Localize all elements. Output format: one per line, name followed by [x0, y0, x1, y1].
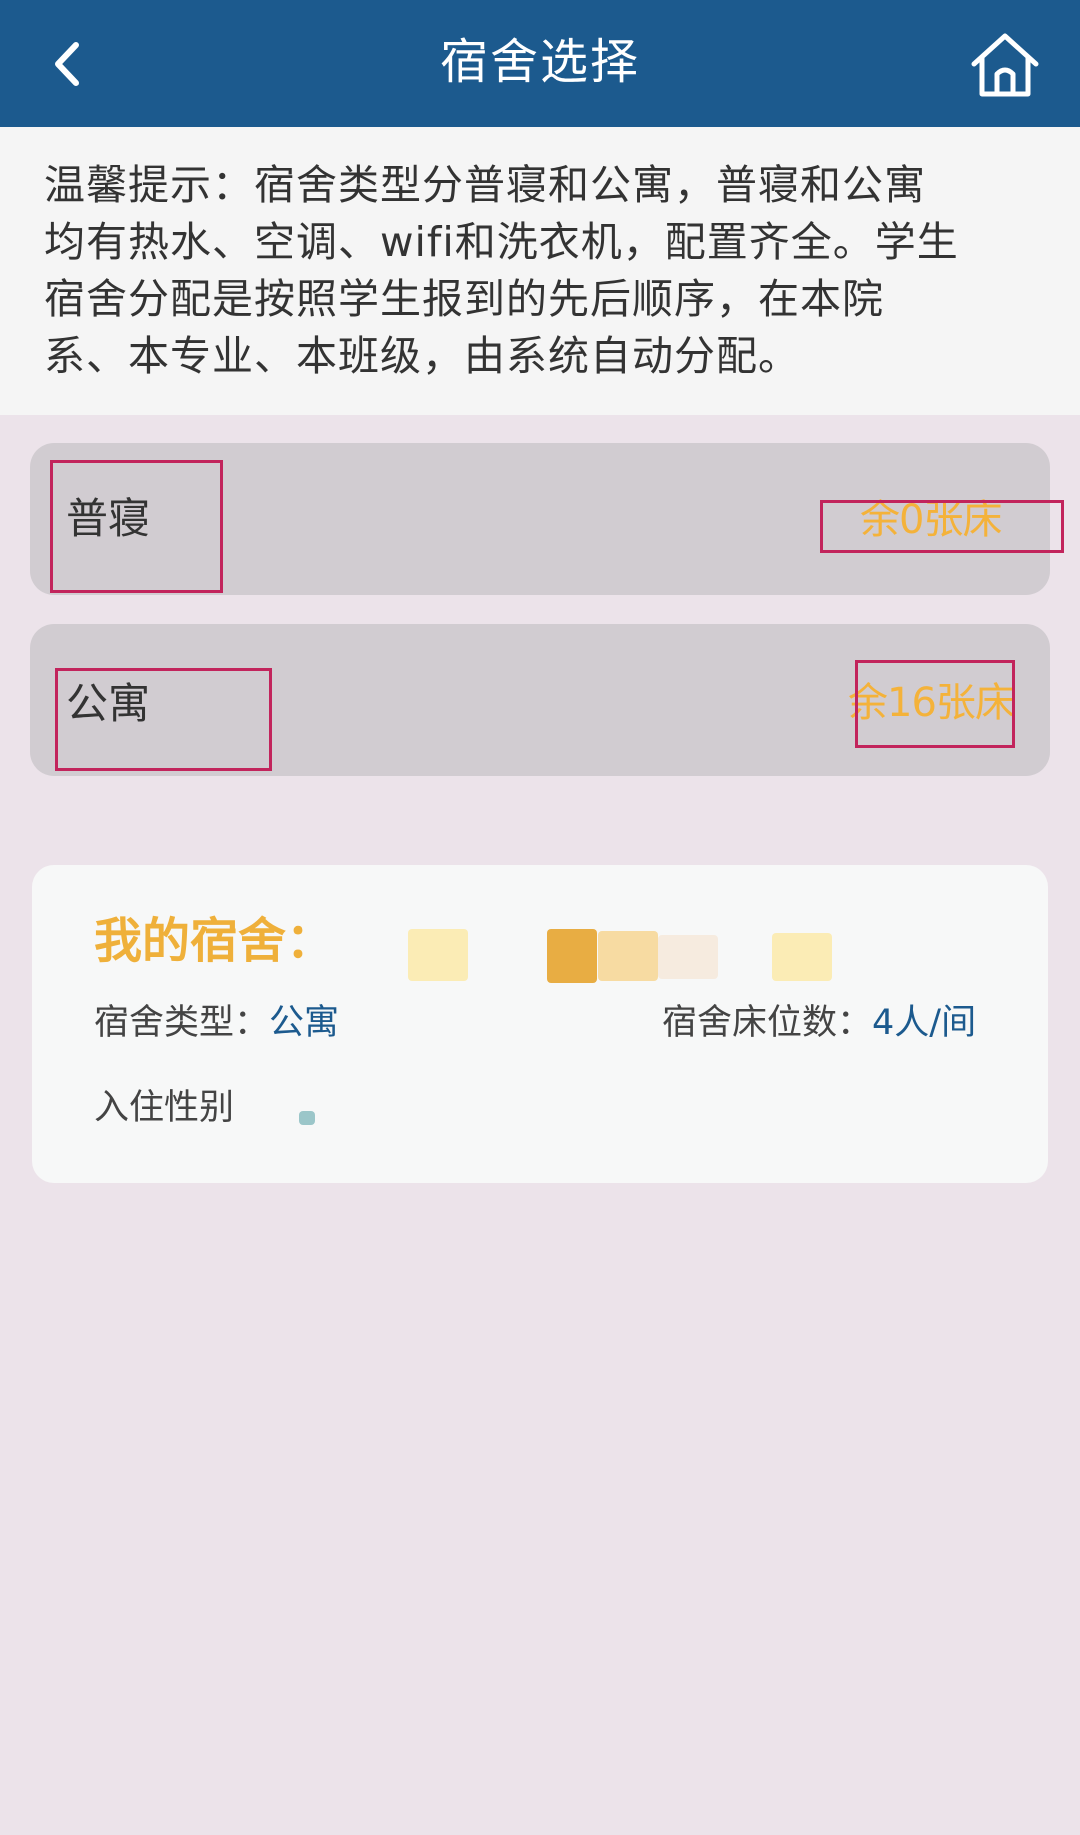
notice-line: 温馨提示：宿舍类型分普寝和公寓，普寝和公寓 — [44, 161, 926, 209]
dorm-gender-label: 入住性别 — [94, 1088, 235, 1128]
redacted-block — [658, 935, 718, 979]
dorm-type-value: 公寓 — [269, 1003, 340, 1043]
dorm-option-regular[interactable]: 普寝 余0张床 — [30, 443, 1050, 595]
dorm-type-row: 宿舍类型：公寓 — [94, 1002, 339, 1044]
home-button[interactable] — [968, 28, 1042, 102]
redacted-block — [772, 933, 832, 981]
notice-panel: 温馨提示：宿舍类型分普寝和公寓，普寝和公寓 均有热水、空调、wifi和洗衣机，配… — [0, 127, 1080, 415]
dorm-type-label: 宿舍类型： — [94, 1003, 270, 1043]
notice-line: 系、本专业、本班级，由系统自动分配。 — [44, 332, 800, 380]
dorm-option-name: 公寓 — [66, 679, 151, 728]
dorm-beds-value: 4人/间 — [872, 1003, 977, 1043]
redacted-block — [598, 931, 658, 981]
redacted-block — [408, 929, 468, 981]
dorm-beds-row: 宿舍床位数：4人/间 — [662, 1002, 976, 1044]
my-dorm-card: 我的宿舍： 宿舍类型：公寓 宿舍床位数：4人/间 入住性别 — [32, 865, 1048, 1183]
notice-line: 宿舍分配是按照学生报到的先后顺序，在本院 — [44, 275, 884, 323]
redacted-block — [299, 1111, 315, 1125]
redacted-block — [547, 929, 597, 983]
dorm-gender-row: 入住性别 — [94, 1087, 234, 1129]
dorm-beds-label: 宿舍床位数： — [662, 1003, 873, 1043]
notice-line: 均有热水、空调、wifi和洗衣机，配置齐全。学生 — [44, 218, 959, 266]
dorm-option-name: 普寝 — [66, 494, 151, 543]
home-icon — [971, 33, 1039, 97]
notice-text: 温馨提示：宿舍类型分普寝和公寓，普寝和公寓 均有热水、空调、wifi和洗衣机，配… — [44, 157, 1044, 385]
my-dorm-heading: 我的宿舍： — [94, 913, 335, 969]
dorm-option-remaining: 余16张床 — [848, 680, 1015, 726]
page-title: 宿舍选择 — [439, 34, 640, 90]
top-nav-bar: 宿舍选择 — [0, 0, 1080, 127]
dorm-option-remaining: 余0张床 — [860, 497, 1002, 543]
dorm-option-apartment[interactable]: 公寓 余16张床 — [30, 624, 1050, 776]
